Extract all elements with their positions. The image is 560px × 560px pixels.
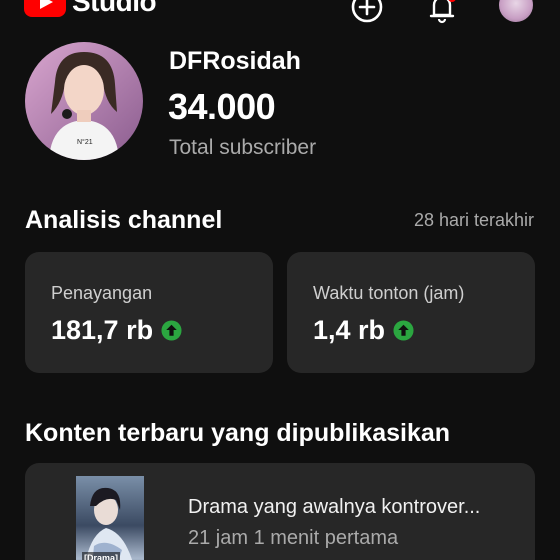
watch-time-value-row: 1,4 rb	[313, 315, 414, 346]
bell-icon[interactable]	[425, 0, 459, 24]
logo-text: Studio	[72, 0, 157, 17]
video-title[interactable]: Drama yang awalnya kontrover...	[188, 496, 508, 519]
views-value-row: 181,7 rb	[51, 315, 182, 346]
studio-logo[interactable]: Studio	[24, 0, 157, 18]
channel-avatar[interactable]: N°21	[25, 42, 143, 160]
thumbnail-caption: [Drama]	[82, 552, 121, 560]
youtube-play-icon	[24, 0, 66, 17]
analytics-period: 28 hari terakhir	[413, 210, 534, 230]
analytics-title: Analisis channel	[25, 206, 223, 234]
add-circle-icon[interactable]	[350, 0, 384, 24]
watch-time-card[interactable]: Waktu tonton (jam) 1,4 rb	[287, 252, 535, 373]
views-card[interactable]: Penayangan 181,7 rb	[25, 252, 273, 373]
channel-avatar-image: N°21	[25, 42, 143, 160]
top-app-bar: Studio	[0, 0, 560, 26]
watch-time-label: Waktu tonton (jam)	[313, 283, 465, 303]
channel-name: DFRosidah	[169, 47, 301, 75]
trend-up-icon	[393, 320, 414, 341]
thumbnail-image	[85, 487, 133, 560]
watch-time-value: 1,4 rb	[313, 315, 386, 345]
views-label: Penayangan	[51, 283, 153, 303]
account-avatar[interactable]	[497, 0, 535, 24]
avatar-shirt-text: N°21	[77, 138, 93, 146]
trend-up-icon	[161, 320, 182, 341]
video-thumbnail[interactable]: [Drama]	[76, 476, 144, 560]
views-value: 181,7 rb	[51, 315, 154, 345]
video-meta: 21 jam 1 menit pertama	[188, 527, 399, 549]
subscriber-count: 34.000	[168, 86, 276, 127]
recent-content-title: Konten terbaru yang dipublikasikan	[25, 419, 451, 447]
subscriber-label: Total subscriber	[169, 136, 317, 159]
recent-video-card[interactable]: [Drama] Drama yang awalnya kontrover... …	[25, 463, 535, 560]
studio-dashboard: Studio N°21 DFRosidah 34.000 Total subsc…	[0, 0, 560, 560]
